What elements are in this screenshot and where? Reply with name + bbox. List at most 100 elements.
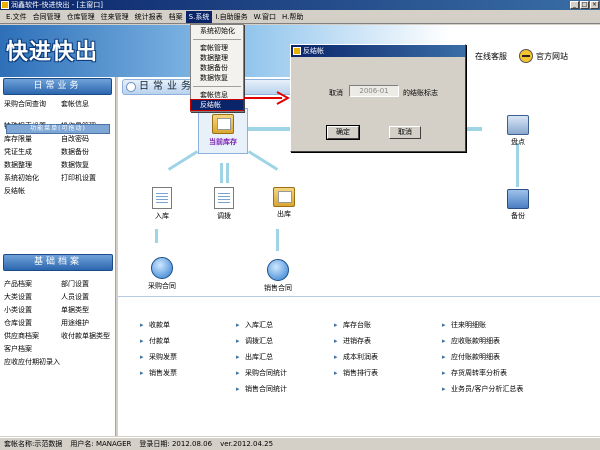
dialog-title-bar: 反结帐	[291, 45, 465, 57]
minimize-button[interactable]: _	[570, 1, 579, 9]
workspace-title: 日常业务	[139, 81, 195, 92]
nav-item[interactable]: 单据类型	[61, 304, 118, 316]
period-field[interactable]	[349, 85, 399, 97]
report-link[interactable]: 调拨汇总	[236, 333, 287, 349]
menu-reports[interactable]: 统计报表	[132, 11, 166, 23]
nav-item[interactable]: 数据备份	[61, 146, 118, 158]
circle-icon	[126, 82, 136, 92]
report-link[interactable]: 销售合同统计	[236, 381, 287, 397]
nav-item[interactable]: 自改密码	[61, 133, 118, 145]
menu-item-account-info[interactable]: 套帐信息	[191, 90, 243, 100]
menu-item-data-restore[interactable]: 数据恢复	[191, 73, 243, 83]
nav-item[interactable]: 打印机设置	[61, 172, 118, 184]
report-link[interactable]: 销售发票	[140, 365, 177, 381]
status-user: 用户名: MANAGER	[70, 440, 132, 448]
current-inventory-label: 当前库存	[209, 138, 237, 146]
menu-window[interactable]: W.窗口	[251, 11, 279, 23]
nav-item[interactable]: 系统初始化	[4, 172, 61, 184]
report-link[interactable]: 应付账款明细表	[442, 349, 523, 365]
ok-button[interactable]: 确定	[326, 125, 360, 140]
official-site-link[interactable]: 官方网站	[519, 49, 568, 63]
cancel-button[interactable]: 取消	[389, 126, 421, 139]
left-panel: 日常业务 采购合同查询 套帐信息 特殊报表设置 操作员管理 库存限量 自改密码 …	[0, 77, 116, 436]
sales-contract-node[interactable]: 销售合同	[258, 259, 298, 293]
report-link[interactable]: 库存台账	[334, 317, 378, 333]
report-link[interactable]: 业务员/客户分析汇总表	[442, 381, 523, 397]
banner-links: 在线客服 官方网站	[475, 49, 568, 63]
flow-arrow	[220, 163, 223, 183]
basic-nav: 产品档案 部门设置 大类设置 人员设置 小类设置 单据类型 仓库设置 用途维护 …	[0, 276, 118, 368]
nav-item[interactable]: 小类设置	[4, 304, 61, 316]
report-link[interactable]: 往来明细账	[442, 317, 523, 333]
menu-self-service[interactable]: I.自助服务	[212, 11, 250, 23]
report-link[interactable]: 收款单	[140, 317, 177, 333]
nav-item[interactable]: 用途维护	[61, 317, 118, 329]
system-menu-dropdown: 系统初始化 套帐管理 数据整理 数据备份 数据恢复 套帐信息 反结帐	[190, 24, 244, 112]
logo: 快进快出	[6, 39, 99, 65]
online-service-link[interactable]: 在线客服	[475, 51, 507, 62]
current-inventory-node[interactable]: 当前库存	[198, 108, 248, 154]
report-link[interactable]: 出库汇总	[236, 349, 287, 365]
nav-item[interactable]: 产品档案	[4, 278, 61, 290]
maximize-button[interactable]: □	[580, 1, 589, 9]
purchase-contract-node[interactable]: 采购合同	[142, 257, 182, 291]
menu-item-data-backup[interactable]: 数据备份	[191, 63, 243, 73]
nav-item[interactable]: 采购合同查询	[4, 98, 61, 110]
nav-item[interactable]: 收付款单据类型	[61, 330, 118, 342]
nav-item[interactable]: 库存限量	[4, 133, 61, 145]
flow-arrow	[276, 229, 279, 251]
window-controls: _ □ ×	[570, 1, 599, 9]
flow-arrow	[226, 163, 229, 183]
backup-node[interactable]: 备份	[502, 189, 534, 221]
report-link[interactable]: 销售排行表	[334, 365, 378, 381]
transfer-icon	[214, 187, 234, 209]
nav-item[interactable]: 仓库设置	[4, 317, 61, 329]
nav-item[interactable]: 人员设置	[61, 291, 118, 303]
report-link[interactable]: 入库汇总	[236, 317, 287, 333]
function-menu-drag-bar[interactable]: 功能菜单(可拖动)	[6, 124, 110, 134]
nav-item[interactable]: 凭证生成	[4, 146, 61, 158]
inventory-icon	[212, 114, 234, 134]
close-flag-label: 的结账标志	[403, 89, 438, 97]
menu-item-account-manage[interactable]: 套帐管理	[191, 43, 243, 53]
menu-accounts[interactable]: 往来管理	[98, 11, 132, 23]
stocktake-node[interactable]: 盘点	[502, 115, 534, 147]
menu-warehouse[interactable]: 仓库管理	[64, 11, 98, 23]
reverse-close-dialog: 反结帐 取消 的结账标志 确定 取消	[290, 44, 466, 152]
report-link[interactable]: 采购发票	[140, 349, 177, 365]
pointer-arrow-icon	[244, 91, 290, 105]
globe-icon	[267, 259, 289, 281]
close-button[interactable]: ×	[590, 1, 599, 9]
menu-archives[interactable]: 档案	[166, 11, 186, 23]
menu-item-data-tidy[interactable]: 数据整理	[191, 53, 243, 63]
report-link[interactable]: 存货周转率分析表	[442, 365, 523, 381]
report-link[interactable]: 成本利润表	[334, 349, 378, 365]
report-link[interactable]: 应收账款明细表	[442, 333, 523, 349]
report-link[interactable]: 采购合同统计	[236, 365, 287, 381]
nav-item[interactable]: 数据整理	[4, 159, 61, 171]
inbound-node[interactable]: 入库	[146, 187, 178, 221]
nav-item[interactable]: 供应商档案	[4, 330, 61, 342]
menu-help[interactable]: H.帮助	[279, 11, 306, 23]
menu-bar: E.文件 合同管理 仓库管理 往来管理 统计报表 档案 S.系统 I.自助服务 …	[0, 10, 600, 24]
menu-system[interactable]: S.系统	[185, 10, 213, 23]
flow-arrow	[247, 150, 279, 171]
menu-file[interactable]: E.文件	[3, 11, 30, 23]
report-link[interactable]: 付款单	[140, 333, 177, 349]
menu-contract[interactable]: 合同管理	[30, 11, 64, 23]
nav-item[interactable]: 大类设置	[4, 291, 61, 303]
nav-item[interactable]: 应收应付期初录入	[4, 356, 118, 368]
nav-item[interactable]: 数据恢复	[61, 159, 118, 171]
nav-item[interactable]: 客户档案	[4, 343, 61, 355]
outbound-node[interactable]: 出库	[268, 187, 300, 219]
cancel-prefix-label: 取消	[329, 89, 343, 97]
menu-item-reverse-close[interactable]: 反结帐	[190, 99, 244, 111]
title-bar: 润鑫软件-快进快出 - [主窗口] _ □ ×	[0, 0, 600, 10]
nav-item[interactable]: 套帐信息	[61, 98, 118, 110]
menu-item-system-init[interactable]: 系统初始化	[191, 26, 243, 36]
nav-item[interactable]: 部门设置	[61, 278, 118, 290]
status-version: ver.2012.04.25	[220, 440, 274, 448]
report-link[interactable]: 进销存表	[334, 333, 378, 349]
nav-item[interactable]: 反结帐	[4, 185, 61, 197]
transfer-node[interactable]: 调拨	[208, 187, 240, 221]
